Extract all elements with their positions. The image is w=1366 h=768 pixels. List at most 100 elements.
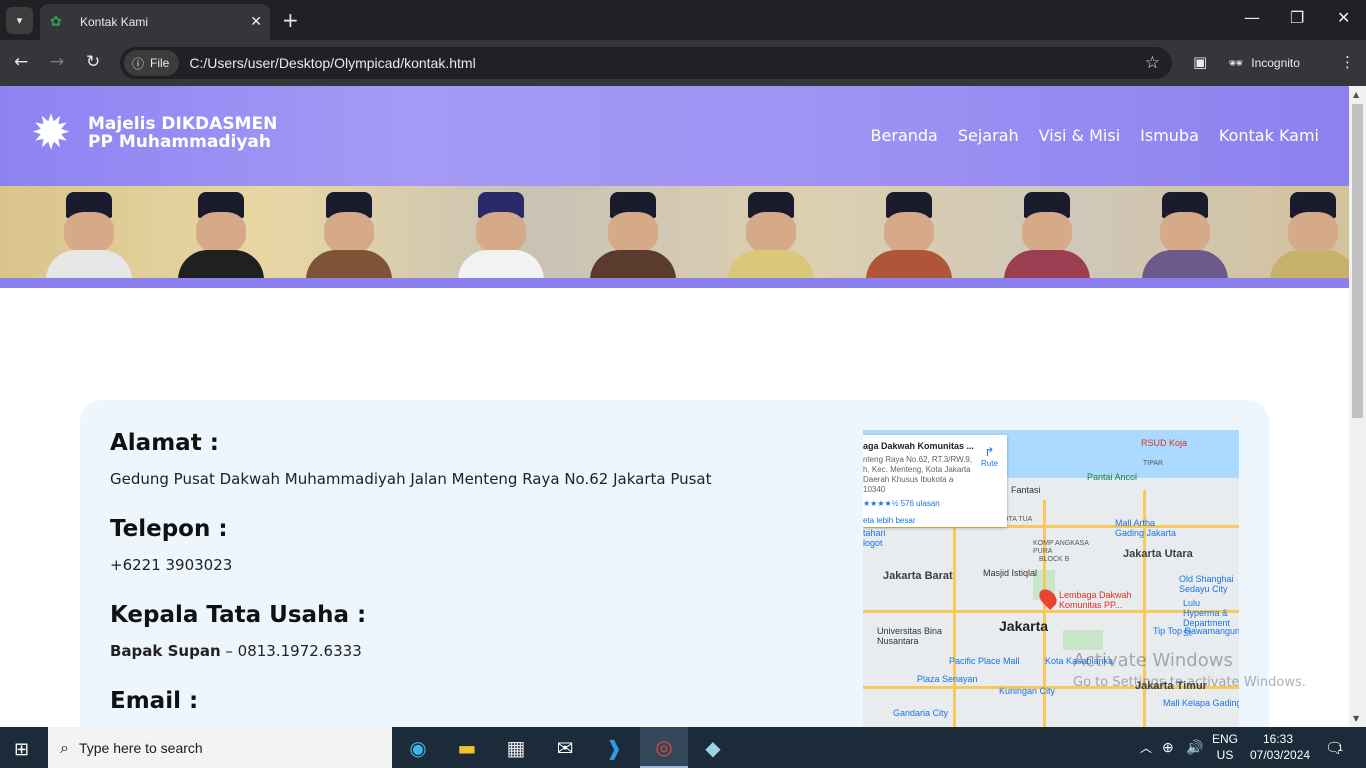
tab-search-button[interactable]: ▾ [6, 7, 33, 34]
page-scrollbar[interactable]: ▲ ▼ [1349, 86, 1366, 727]
map-card-rating: ★★★★½ 576 ulasan [863, 499, 940, 508]
url-text[interactable]: C:/Users/user/Desktop/Olympicad/kontak.h… [189, 55, 1144, 71]
photo-person [860, 186, 956, 280]
menu-icon[interactable]: ⋮ [1340, 53, 1355, 71]
map-route-label: Rute [981, 459, 998, 468]
photo-person [584, 186, 680, 280]
forward-icon[interactable]: → [50, 52, 64, 72]
map-label-tahari: tahari logot [863, 528, 886, 548]
nav-sejarah[interactable]: Sejarah [958, 126, 1019, 145]
browser-tab[interactable]: ✿ Kontak Kami ✕ [40, 4, 270, 40]
scroll-up-icon[interactable]: ▲ [1353, 90, 1359, 99]
windows-taskbar: ⊞ ⌕ Type here to search ◉ ▬ ▦ ✉ ❱ ◎ ◆ ︿ … [0, 727, 1366, 768]
scroll-thumb[interactable] [1352, 104, 1363, 418]
map-label-rsud: RSUD Koja [1141, 438, 1188, 448]
map-label-masjid: Masjid Istiqlal [983, 568, 1038, 578]
new-tab-button[interactable]: + [282, 8, 299, 32]
nav-ismuba[interactable]: Ismuba [1140, 126, 1199, 145]
phone-heading: Telepon : [110, 516, 228, 542]
incognito-indicator[interactable]: 🕶 Incognito [1228, 50, 1300, 76]
network-icon[interactable]: ⊕ [1162, 727, 1174, 768]
photo-person [300, 186, 396, 280]
map-label-gandaria: Gandaria City [893, 708, 949, 718]
photo-person [1136, 186, 1232, 280]
taskbar-search[interactable]: ⌕ Type here to search [48, 727, 392, 768]
favicon-icon: ✿ [50, 14, 62, 30]
clock[interactable]: 16:33 07/03/2024 [1250, 731, 1311, 763]
brand-line-2: PP Muhammadiyah [88, 132, 271, 152]
language-indicator[interactable]: ENG US [1212, 731, 1238, 763]
address-heading: Alamat : [110, 430, 219, 456]
scroll-down-icon[interactable]: ▼ [1353, 714, 1359, 723]
contact-info: Alamat : Gedung Pusat Dakwah Muhammadiya… [110, 430, 830, 727]
search-placeholder: Type here to search [78, 739, 203, 756]
nav-beranda[interactable]: Beranda [871, 126, 938, 145]
restore-icon[interactable]: ❐ [1290, 8, 1304, 27]
map-label-kuningan: Kuningan City [999, 686, 1056, 696]
store-icon[interactable]: ▦ [492, 727, 540, 768]
address-bar[interactable]: ⓘ File C:/Users/user/Desktop/Olympicad/k… [120, 47, 1172, 79]
map-label-jakarta-barat: Jakarta Barat [883, 570, 953, 582]
map-label-universitas: Universitas Bina Nusantara [877, 626, 943, 646]
back-icon[interactable]: ← [14, 52, 28, 72]
search-icon: ⌕ [60, 737, 69, 757]
muhammadiyah-emblem-icon: ✹ [30, 105, 72, 161]
site-info-chip[interactable]: ⓘ File [124, 50, 180, 76]
head-contact: Bapak Supan – 0813.1972.6333 [110, 642, 830, 660]
language-code: ENG [1212, 732, 1239, 746]
brand-name: Majelis DIKDASMEN PP Muhammadiyah [88, 115, 277, 151]
map-label-tip-top: Tip Top Rawamangun [1153, 626, 1239, 636]
map-place-card[interactable]: aga Dakwah Komunitas ... nteng Raya No.6… [863, 435, 1007, 527]
head-heading: Kepala Tata Usaha : [110, 602, 367, 628]
minimize-icon[interactable]: — [1244, 8, 1260, 27]
windows-start-icon[interactable]: ⊞ [14, 739, 29, 760]
side-panel-icon[interactable]: ▣ [1193, 53, 1207, 71]
photo-person [40, 186, 136, 280]
edge-icon[interactable]: ◉ [394, 727, 442, 768]
clock-date: 07/03/2024 [1250, 748, 1311, 762]
close-window-icon[interactable]: ✕ [1337, 8, 1350, 27]
notification-count: 1 [1338, 742, 1344, 753]
bookmark-star-icon[interactable]: ☆ [1145, 53, 1160, 73]
map-card-address: nteng Raya No.62, RT.3/RW.9, h, Kec. Men… [863, 455, 973, 494]
map-label-pantai: Pantai Ancol [1087, 472, 1138, 482]
tab-title: Kontak Kami [80, 15, 149, 29]
photo-person [172, 186, 268, 280]
activate-windows-watermark: Activate Windows Go to Settings to activ… [1073, 650, 1306, 690]
file-explorer-icon[interactable]: ▬ [443, 727, 491, 768]
map-label-fantasi: Fantasi [1011, 485, 1041, 495]
info-icon: ⓘ [132, 56, 145, 71]
photo-person [722, 186, 818, 280]
vscode-icon[interactable]: ❱ [590, 727, 638, 768]
close-tab-icon[interactable]: ✕ [250, 14, 262, 30]
nav-visi-misi[interactable]: Visi & Misi [1039, 126, 1121, 145]
notification-icon[interactable]: 🗨 1 [1325, 727, 1344, 768]
watermark-line-1: Activate Windows [1073, 650, 1233, 671]
app-icon[interactable]: ◆ [689, 727, 737, 768]
map-label-jakarta: Jakarta [999, 618, 1049, 634]
photo-person [1264, 186, 1349, 280]
map-route-button[interactable]: ↱ Rute [981, 445, 998, 468]
main-nav: Beranda Sejarah Visi & Misi Ismuba Konta… [871, 126, 1319, 145]
photo-person [452, 186, 548, 280]
watermark-line-2: Go to Settings to activate Windows. [1073, 675, 1306, 690]
hero-photo [0, 186, 1349, 280]
map-larger-link[interactable]: eta lebih besar [863, 516, 1007, 525]
photo-person [998, 186, 1094, 280]
map-label-dta-tua: OTA TUA [1003, 516, 1033, 523]
show-hidden-icons[interactable]: ︿ [1140, 727, 1152, 768]
hero-bottom-strip [0, 278, 1349, 288]
map-label-tipar: TIPAR [1143, 460, 1164, 467]
site-info-label: File [150, 56, 170, 70]
chrome-icon[interactable]: ◎ [640, 727, 688, 768]
nav-kontak-kami[interactable]: Kontak Kami [1219, 126, 1319, 145]
volume-icon[interactable]: 🔊 [1186, 727, 1203, 768]
site-logo[interactable]: ✹ Majelis DIKDASMEN PP Muhammadiyah [20, 102, 277, 164]
map-label-lembaga: Lembaga Dakwah Komunitas PP... [1059, 590, 1132, 610]
mail-icon[interactable]: ✉ [541, 727, 589, 768]
clock-time: 16:33 [1262, 732, 1294, 746]
phone-text: +6221 3903023 [110, 556, 233, 574]
address-text: Gedung Pusat Dakwah Muhammadiyah Jalan M… [110, 470, 712, 488]
reload-icon[interactable]: ↻ [86, 52, 100, 72]
brand-line-1: Majelis DIKDASMEN [88, 114, 278, 134]
